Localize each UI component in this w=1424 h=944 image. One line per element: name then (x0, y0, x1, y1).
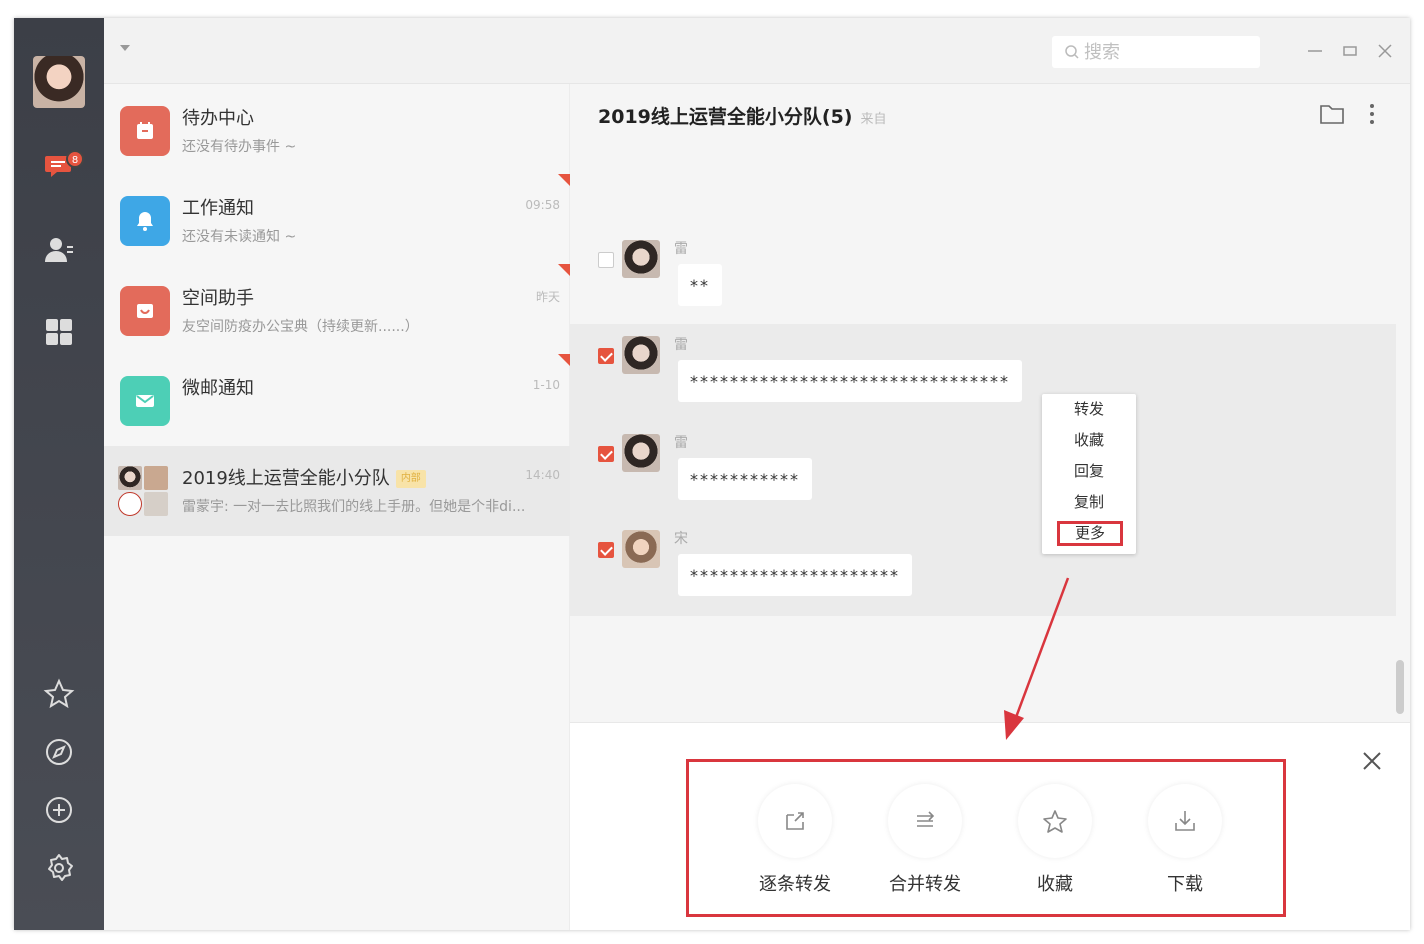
message-checkbox[interactable] (598, 446, 614, 462)
chat-pane: 2019线上运营全能小分队(5) 来自 雷 ** 雷 **************… (570, 84, 1410, 930)
maximize-button[interactable] (1337, 38, 1363, 64)
pin-flag-icon (558, 354, 570, 366)
message-checkbox[interactable] (598, 252, 614, 268)
menu-item-more[interactable]: 更多 (1054, 518, 1126, 549)
conversation-item-active[interactable]: 2019线上运营全能小分队 内部 雷蒙宇: 一对一去比照我们的线上手册。但她是个非… (104, 446, 570, 536)
pin-flag-icon (558, 264, 570, 276)
menu-item-forward[interactable]: 转发 (1042, 394, 1136, 425)
message-bubble[interactable]: ********************* (678, 554, 912, 596)
forward-one-by-one-button[interactable]: 逐条转发 (745, 784, 845, 896)
action-label: 下载 (1167, 874, 1203, 895)
star-icon (1043, 810, 1067, 833)
inbox-icon (120, 286, 170, 336)
left-rail: 8 (14, 18, 104, 930)
action-label: 逐条转发 (759, 874, 831, 895)
folder-icon[interactable] (1318, 100, 1346, 128)
chevron-down-icon[interactable] (120, 45, 130, 51)
avatar (622, 240, 660, 278)
conversation-title: 空间助手 (182, 288, 254, 309)
menu-item-copy[interactable]: 复制 (1042, 487, 1136, 518)
conversation-time: 09:58 (525, 198, 560, 212)
pin-flag-icon (558, 174, 570, 186)
menu-item-favorite[interactable]: 收藏 (1042, 425, 1136, 456)
settings-gear-icon[interactable] (39, 848, 79, 888)
avatar (622, 336, 660, 374)
action-highlight-box: 逐条转发 合并转发 收藏 下载 (686, 759, 1286, 917)
conversation-preview: 还没有未读通知 ~ (182, 229, 297, 245)
contacts-icon[interactable] (39, 230, 79, 270)
sender-name: 宋 (674, 531, 688, 547)
download-button[interactable]: 下载 (1135, 784, 1235, 896)
minimize-button[interactable] (1302, 38, 1328, 64)
message-checkbox[interactable] (598, 348, 614, 364)
merge-list-icon (917, 811, 935, 827)
share-icon (786, 812, 804, 830)
star-icon[interactable] (39, 674, 79, 714)
compass-icon[interactable] (39, 732, 79, 772)
search-box[interactable] (1052, 36, 1260, 68)
conversation-title: 待办中心 (182, 108, 254, 129)
conversation-preview: 雷蒙宇: 一对一去比照我们的线上手册。但她是个非di... (182, 499, 526, 515)
message-checkbox[interactable] (598, 542, 614, 558)
internal-tag: 内部 (395, 470, 426, 488)
merge-forward-button[interactable]: 合并转发 (875, 784, 975, 896)
context-menu: 转发 收藏 回复 复制 更多 (1042, 394, 1136, 554)
conversation-preview: 还没有待办事件 ~ (182, 139, 297, 155)
chat-source: 来自 (860, 112, 887, 127)
unread-badge: 8 (66, 150, 84, 168)
sender-name: 雷 (674, 241, 688, 257)
conversation-time: 14:40 (525, 468, 560, 482)
conversation-title: 工作通知 (182, 198, 254, 219)
menu-item-reply[interactable]: 回复 (1042, 456, 1136, 487)
sender-name: 雷 (674, 435, 688, 451)
message-bubble[interactable]: ******************************** (678, 360, 1022, 402)
avatar (622, 434, 660, 472)
search-input[interactable] (1084, 41, 1244, 63)
close-icon (1378, 44, 1392, 58)
message-bubble[interactable]: ** (678, 264, 722, 306)
conversation-item[interactable]: 空间助手 友空间防疫办公宝典（持续更新......） 昨天 (104, 264, 570, 356)
action-label: 收藏 (1037, 874, 1073, 895)
minimize-icon (1308, 50, 1322, 52)
conversation-title: 微邮通知 (182, 378, 254, 399)
download-icon (1175, 811, 1195, 831)
conversation-item[interactable]: 微邮通知 1-10 (104, 354, 570, 446)
add-icon[interactable] (39, 790, 79, 830)
avatar (622, 530, 660, 568)
action-label: 合并转发 (889, 874, 961, 895)
bell-icon (120, 196, 170, 246)
sender-name: 雷 (674, 337, 688, 353)
close-window-button[interactable] (1372, 38, 1398, 64)
conversation-preview: 友空间防疫办公宝典（持续更新......） (182, 319, 419, 335)
close-icon[interactable] (1360, 749, 1384, 773)
conversation-time: 1-10 (532, 378, 560, 392)
calendar-icon (120, 106, 170, 156)
top-bar (104, 18, 1410, 84)
conversation-item[interactable]: 工作通知 还没有未读通知 ~ 09:58 (104, 174, 570, 266)
conversation-time: 昨天 (535, 290, 560, 304)
app-window: 8 搜索 待办中心 还没有待办事件 ~ 工作通知 还没有未读通知 ~ 09:58… (14, 18, 1410, 930)
chat-title: 2019线上运营全能小分队(5) 来自 (598, 106, 887, 128)
apps-grid-icon[interactable] (39, 312, 79, 352)
more-vertical-icon[interactable] (1360, 100, 1384, 128)
conversation-item[interactable]: 待办中心 还没有待办事件 ~ (104, 86, 570, 176)
conversation-list: 待办中心 还没有待办事件 ~ 工作通知 还没有未读通知 ~ 09:58 空间助手… (104, 84, 570, 930)
maximize-icon (1343, 46, 1357, 56)
message-bubble[interactable]: *********** (678, 458, 812, 500)
multi-select-action-panel: 逐条转发 合并转发 收藏 下载 (570, 722, 1410, 930)
search-icon (1065, 45, 1079, 59)
user-avatar[interactable] (33, 56, 85, 108)
conversation-title: 2019线上运营全能小分队 内部 (182, 464, 426, 490)
mail-icon (120, 376, 170, 426)
favorite-button[interactable]: 收藏 (1005, 784, 1105, 896)
scrollbar[interactable] (1396, 660, 1404, 714)
group-avatar (118, 466, 168, 516)
